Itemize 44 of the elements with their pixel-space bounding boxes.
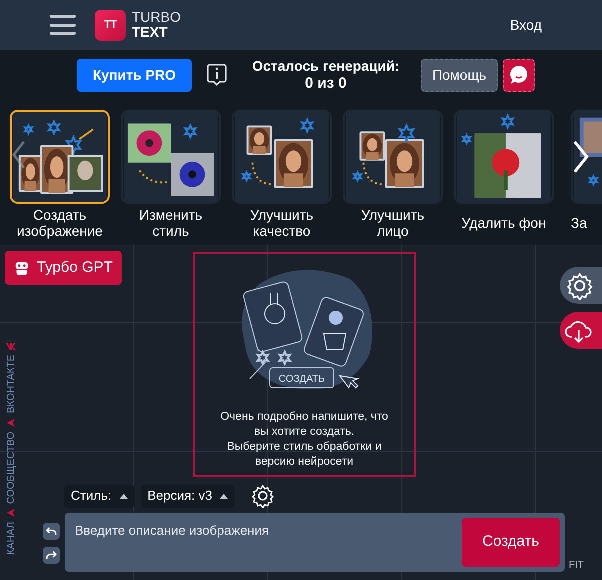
download-button[interactable] (560, 312, 602, 349)
send-icon[interactable] (6, 508, 16, 518)
undo-icon (46, 527, 57, 536)
buy-pro-button[interactable]: Купить PRO (77, 58, 192, 92)
tool-label: Удалить фон (460, 214, 548, 233)
remaining-label: Осталось генераций: (252, 57, 400, 75)
vk-icon[interactable] (5, 341, 17, 352)
cloud-download-icon (564, 318, 594, 342)
login-link[interactable]: Вход (510, 14, 542, 36)
redo-button[interactable] (43, 547, 60, 564)
tool-label: За (571, 214, 588, 233)
prompt-field[interactable]: Введите описание изображения Создать (65, 513, 565, 572)
settings-button[interactable] (560, 267, 602, 304)
send-icon[interactable] (6, 418, 16, 428)
logo-mark[interactable]: TT (95, 10, 126, 40)
fit-label: FIT (569, 559, 584, 573)
info-icon[interactable] (206, 63, 228, 87)
style-dropdown[interactable]: Стиль: (64, 484, 135, 508)
remaining-count: 0 из 0 (305, 75, 347, 93)
side-link[interactable]: КАНАЛ (4, 522, 18, 555)
undo-button[interactable] (43, 523, 60, 540)
create-button[interactable]: Создать (462, 518, 560, 567)
redo-icon (46, 551, 57, 560)
help-button[interactable]: Помощь (421, 58, 498, 92)
caret-icon (120, 494, 128, 498)
settings-icon[interactable] (251, 484, 276, 508)
illustration-label: СОЗДАТЬ (278, 374, 325, 385)
turbo-gpt-button[interactable]: Турбо GPT (5, 251, 122, 285)
tool-label: Улучшить качество (249, 207, 315, 239)
caret-icon (220, 494, 228, 498)
instruction-text: Очень подробно напишите, что вы хотите создать. Выберите стиль обработки и версию нейросети (220, 410, 388, 470)
logo-text: TEXT (132, 25, 169, 40)
version-dropdown[interactable]: Версия: v3 (140, 484, 236, 508)
menu-icon[interactable] (50, 15, 76, 35)
side-link[interactable]: ВКОНТАКТЕ (4, 355, 18, 414)
logo-text: TURBO (132, 10, 181, 25)
robot-icon (15, 260, 29, 276)
tool-label: Изменить стиль (138, 207, 204, 239)
chat-icon (509, 65, 529, 85)
settings-icon (566, 272, 594, 300)
tool-label: Улучшить лицо (360, 207, 426, 239)
chat-button[interactable] (503, 58, 535, 92)
tool-label: Создать изображение (16, 207, 104, 239)
side-link[interactable]: СООБЩЕСТВО (4, 432, 18, 504)
